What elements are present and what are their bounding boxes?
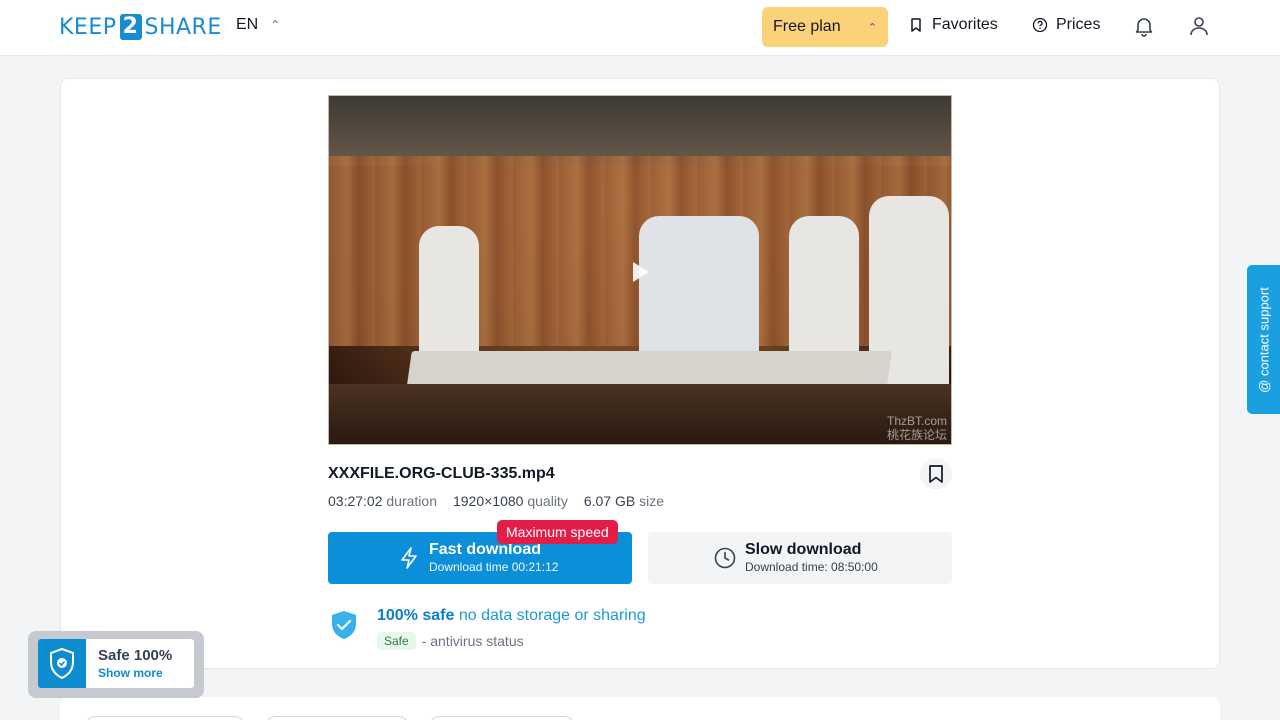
safety-headline-bold: 100% safe bbox=[377, 607, 455, 624]
help-circle-icon bbox=[1032, 17, 1048, 33]
fast-download-time: Download time 00:21:12 bbox=[429, 560, 559, 574]
antivirus-status: Safe - antivirus status bbox=[377, 632, 524, 650]
prices-label: Prices bbox=[1056, 16, 1101, 33]
duration-value: 03:27:02 bbox=[328, 493, 383, 509]
safe-widget-text: Safe 100% Show more bbox=[86, 647, 172, 681]
duration-label: duration bbox=[386, 493, 437, 509]
safety-headline-rest: no data storage or sharing bbox=[458, 607, 646, 624]
antivirus-status-text: - antivirus status bbox=[421, 633, 524, 649]
safe-widget-icon-box bbox=[38, 639, 86, 688]
logo-number: 2 bbox=[119, 14, 142, 40]
contact-support-label: @ contact support bbox=[1256, 286, 1271, 393]
size-info: 6.07 GB size bbox=[584, 493, 664, 509]
video-watermark: ThzBT.com 桃花族论坛 bbox=[887, 414, 947, 442]
safe-status-pill: Safe bbox=[377, 632, 416, 650]
quality-value: 1920×1080 bbox=[452, 493, 524, 509]
add-favorite-button[interactable] bbox=[920, 458, 952, 490]
favorites-link[interactable]: Favorites bbox=[908, 16, 998, 34]
tab-pill[interactable] bbox=[428, 716, 576, 720]
site-logo[interactable]: KEEP 2 SHARE bbox=[59, 14, 222, 40]
free-plan-button[interactable]: Free plan ⌃ bbox=[762, 7, 888, 47]
tab-pill[interactable] bbox=[84, 716, 246, 720]
slow-download-title: Slow download bbox=[745, 541, 862, 558]
fast-download-text: Fast download Download time 00:21:12 bbox=[429, 541, 558, 575]
safe-widget[interactable]: Safe 100% Show more bbox=[28, 631, 204, 698]
watermark-line: 桃花族论坛 bbox=[886, 428, 947, 442]
logo-text-right: SHARE bbox=[144, 14, 222, 40]
video-floor bbox=[329, 384, 951, 444]
shield-check-icon bbox=[332, 611, 356, 639]
safety-headline: 100% safe no data storage or sharing bbox=[377, 607, 646, 625]
play-icon[interactable] bbox=[633, 262, 649, 282]
prices-link[interactable]: Prices bbox=[1032, 16, 1100, 34]
language-selector[interactable]: EN ⌃ bbox=[236, 16, 280, 34]
watermark-line: ThzBT.com bbox=[886, 414, 947, 428]
file-name: XXXFILE.ORG-CLUB-335.mp4 bbox=[328, 465, 555, 482]
bookmark-icon bbox=[929, 465, 943, 483]
contact-support-tab[interactable]: @ contact support bbox=[1247, 265, 1280, 414]
safe-widget-title: Safe 100% bbox=[98, 646, 173, 664]
clock-icon bbox=[714, 547, 736, 569]
logo-text-left: KEEP bbox=[59, 14, 117, 40]
video-figure bbox=[419, 226, 479, 356]
top-header: KEEP 2 SHARE EN ⌃ Free plan ⌃ Favorites … bbox=[0, 0, 1280, 56]
lightning-icon bbox=[401, 547, 417, 569]
slow-download-button[interactable]: Slow download Download time: 08:50:00 bbox=[648, 532, 952, 584]
safe-widget-inner: Safe 100% Show more bbox=[38, 639, 194, 688]
duration-info: 03:27:02 duration bbox=[328, 493, 437, 509]
plan-label: Free plan bbox=[773, 18, 841, 35]
size-label: size bbox=[639, 493, 664, 509]
size-value: 6.07 GB bbox=[583, 493, 636, 509]
quality-info: 1920×1080 quality bbox=[453, 493, 568, 509]
favorites-label: Favorites bbox=[932, 16, 998, 33]
tab-pill[interactable] bbox=[264, 716, 410, 720]
slow-download-text: Slow download Download time: 08:50:00 bbox=[745, 541, 878, 575]
safe-widget-link[interactable]: Show more bbox=[98, 665, 172, 681]
bell-icon[interactable] bbox=[1132, 14, 1156, 38]
slow-download-time: Download time: 08:50:00 bbox=[745, 560, 878, 574]
maximum-speed-badge: Maximum speed bbox=[497, 520, 618, 544]
shield-check-icon bbox=[50, 647, 74, 679]
quality-label: quality bbox=[527, 493, 568, 509]
file-meta: 03:27:02 duration 1920×1080 quality 6.07… bbox=[328, 493, 664, 509]
language-label: EN bbox=[236, 16, 259, 33]
bookmark-icon bbox=[911, 18, 921, 32]
chevron-up-icon: ⌃ bbox=[867, 21, 877, 34]
video-preview[interactable]: ThzBT.com 桃花族论坛 bbox=[328, 95, 952, 445]
user-icon[interactable] bbox=[1187, 14, 1211, 38]
chevron-up-icon: ⌃ bbox=[270, 18, 281, 32]
